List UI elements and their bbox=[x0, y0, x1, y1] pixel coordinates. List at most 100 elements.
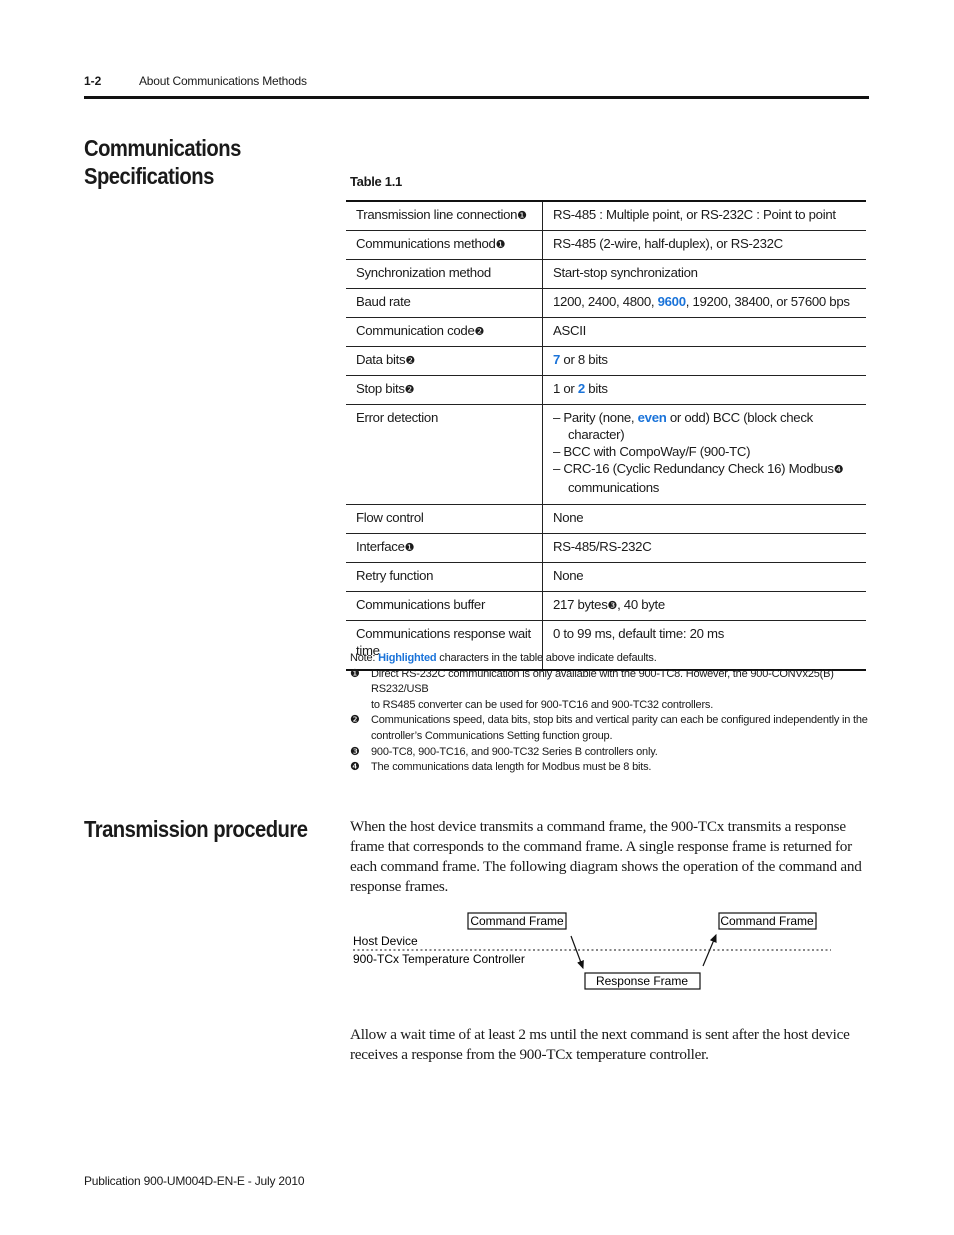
spec-value-text: RS-485/RS-232C bbox=[553, 539, 652, 554]
spec-key: Stop bits❷ bbox=[346, 375, 543, 405]
spec-key: Retry function bbox=[346, 562, 543, 592]
footnote-marker: ❷ bbox=[405, 355, 415, 367]
footnote-marker: ❷ bbox=[404, 384, 415, 396]
spec-key: Transmission line connection❶ bbox=[346, 201, 543, 231]
spec-key-text: Communication code bbox=[356, 323, 475, 338]
text: , 40 byte bbox=[617, 597, 665, 612]
error-line-4: – CRC-16 (Cyclic Redundancy Check 16) Mo… bbox=[553, 460, 860, 479]
footnote-marker: ❹ bbox=[833, 464, 844, 476]
footnote-marker: ❶ bbox=[350, 667, 360, 680]
footnote-line: to RS485 converter can be used for 900-T… bbox=[371, 698, 714, 711]
default-highlight: even bbox=[637, 410, 667, 425]
spec-row: Interface❶ RS-485/RS-232C bbox=[346, 533, 866, 563]
spec-key-text: Communications buffer bbox=[356, 597, 486, 612]
footnote-marker: ❶ bbox=[404, 542, 415, 554]
host-device-label: Host Device bbox=[353, 934, 418, 948]
response-frame-label: Response Frame bbox=[596, 974, 688, 988]
footnote-marker: ❶ bbox=[495, 239, 506, 251]
command-frame-label-2: Command Frame bbox=[720, 914, 814, 928]
text: 1200, 2400, 4800, bbox=[553, 294, 658, 309]
publication-footer: Publication 900-UM004D-EN-E - July 2010 bbox=[84, 1174, 305, 1188]
text: – CRC-16 (Cyclic Redundancy Check 16) Mo… bbox=[553, 461, 834, 476]
footnote-marker: ❷ bbox=[350, 714, 360, 727]
command-frame-label-1: Command Frame bbox=[470, 914, 564, 928]
default-highlight: 2 bbox=[577, 381, 585, 396]
note-prefix: Note: bbox=[350, 652, 379, 664]
spec-value: None bbox=[542, 504, 866, 534]
spec-row: Error detection – Parity (none, even or o… bbox=[346, 404, 866, 505]
command-response-diagram: Command Frame Command Frame Response Fra… bbox=[353, 912, 831, 990]
spec-value-text: RS-485 (2-wire, half-duplex), or RS-232C bbox=[553, 236, 783, 251]
spec-value: 1 or 2 bits bbox=[542, 375, 866, 405]
spec-value: – Parity (none, even or odd) BCC (block … bbox=[542, 404, 866, 505]
footnote-marker: ❸ bbox=[350, 745, 360, 758]
spec-value: RS-485 : Multiple point, or RS-232C : Po… bbox=[543, 201, 867, 231]
footnote: ❶ Direct RS-232C communication is only av… bbox=[350, 667, 870, 714]
spec-key: Interface❶ bbox=[346, 533, 543, 563]
footnote-line: The communications data length for Modbu… bbox=[371, 761, 652, 774]
spec-key-text: Baud rate bbox=[356, 294, 411, 309]
spec-value: ASCII bbox=[542, 317, 866, 347]
specifications-table: Transmission line connection❶ RS-485 : Mu… bbox=[346, 200, 866, 671]
spec-value: RS-485 (2-wire, half-duplex), or RS-232C bbox=[542, 230, 866, 260]
default-highlight: 7 bbox=[553, 352, 561, 367]
page-number: 1-2 bbox=[84, 74, 102, 88]
error-line-1: – Parity (none, even or odd) BCC (block … bbox=[553, 409, 860, 426]
spec-key: Synchronization method bbox=[346, 259, 543, 289]
spec-value: 7 or 8 bits bbox=[542, 346, 866, 376]
command-to-response-arrow bbox=[570, 935, 584, 970]
spec-key: Error detection bbox=[346, 404, 543, 505]
spec-key-text: Data bits bbox=[356, 352, 406, 367]
footnote-marker: ❷ bbox=[474, 326, 485, 338]
footnote-marker: ❶ bbox=[517, 210, 527, 222]
spec-key-text: Retry function bbox=[356, 568, 434, 583]
spec-key: Data bits❷ bbox=[346, 346, 543, 376]
error-line-3: – BCC with CompoWay/F (900-TC) bbox=[553, 444, 751, 459]
spec-row: Stop bits❷ 1 or 2 bits bbox=[346, 375, 866, 405]
text: , 19200, 38400, or 57600 bps bbox=[685, 294, 850, 309]
spec-key-text: Flow control bbox=[356, 510, 424, 525]
text: – Parity (none, bbox=[553, 410, 638, 425]
text: 1 or bbox=[553, 381, 578, 396]
spec-key: Flow control bbox=[346, 504, 543, 534]
spec-value: Start-stop synchronization bbox=[542, 259, 866, 289]
spec-row: Communication code❷ ASCII bbox=[346, 317, 866, 347]
default-highlight: 9600 bbox=[657, 294, 686, 309]
section-heading-transmission: Transmission procedure bbox=[84, 816, 308, 842]
table-notes: Note: Highlighted characters in the tabl… bbox=[350, 651, 870, 776]
spec-row: Baud rate 1200, 2400, 4800, 9600, 19200, … bbox=[346, 288, 866, 318]
spec-value-text: Start-stop synchronization bbox=[553, 265, 698, 280]
error-line-2: character) bbox=[568, 427, 625, 442]
section-heading-specifications: Communications Specifications bbox=[84, 134, 241, 190]
spec-value: 1200, 2400, 4800, 9600, 19200, 38400, or… bbox=[542, 288, 866, 318]
spec-key-text: Stop bits bbox=[356, 381, 405, 396]
header-rule bbox=[84, 96, 869, 99]
spec-row: Synchronization method Start-stop synchro… bbox=[346, 259, 866, 289]
spec-key-text: Error detection bbox=[356, 410, 438, 425]
spec-key-text: Interface bbox=[356, 539, 405, 554]
table-caption: Table 1.1 bbox=[350, 174, 402, 189]
spec-value: RS-485/RS-232C bbox=[542, 533, 866, 563]
text: bits bbox=[584, 381, 608, 396]
footnote: ❸ 900-TC8, 900-TC16, and 900-TC32 Series … bbox=[350, 745, 870, 761]
spec-value-text: RS-485 : Multiple point, or RS-232C : Po… bbox=[553, 207, 836, 222]
spec-value-text: 0 to 99 ms, default time: 20 ms bbox=[553, 626, 725, 641]
error-line-5: communications bbox=[568, 480, 660, 495]
text: 217 bytes bbox=[553, 597, 608, 612]
spec-key: Baud rate bbox=[346, 288, 543, 318]
heading-line-1: Communications bbox=[84, 135, 241, 161]
spec-value-text: ASCII bbox=[553, 323, 586, 338]
text: or 8 bits bbox=[560, 352, 608, 367]
chapter-title: About Communications Methods bbox=[139, 74, 307, 88]
footnote-marker: ❹ bbox=[350, 761, 360, 774]
note-suffix: characters in the table above indicate d… bbox=[436, 652, 657, 664]
spec-key: Communication code❷ bbox=[346, 317, 543, 347]
spec-row: Transmission line connection❶ RS-485 : Mu… bbox=[346, 201, 866, 231]
spec-row: Data bits❷ 7 or 8 bits bbox=[346, 346, 866, 376]
spec-value-text: None bbox=[553, 510, 584, 525]
spec-key: Communications method❶ bbox=[346, 230, 543, 260]
spec-key-text: Transmission line connection bbox=[356, 207, 518, 222]
spec-value: None bbox=[542, 562, 866, 592]
footnote-line: Communications speed, data bits, stop bi… bbox=[371, 714, 868, 727]
footnote-marker: ❸ bbox=[607, 600, 618, 612]
